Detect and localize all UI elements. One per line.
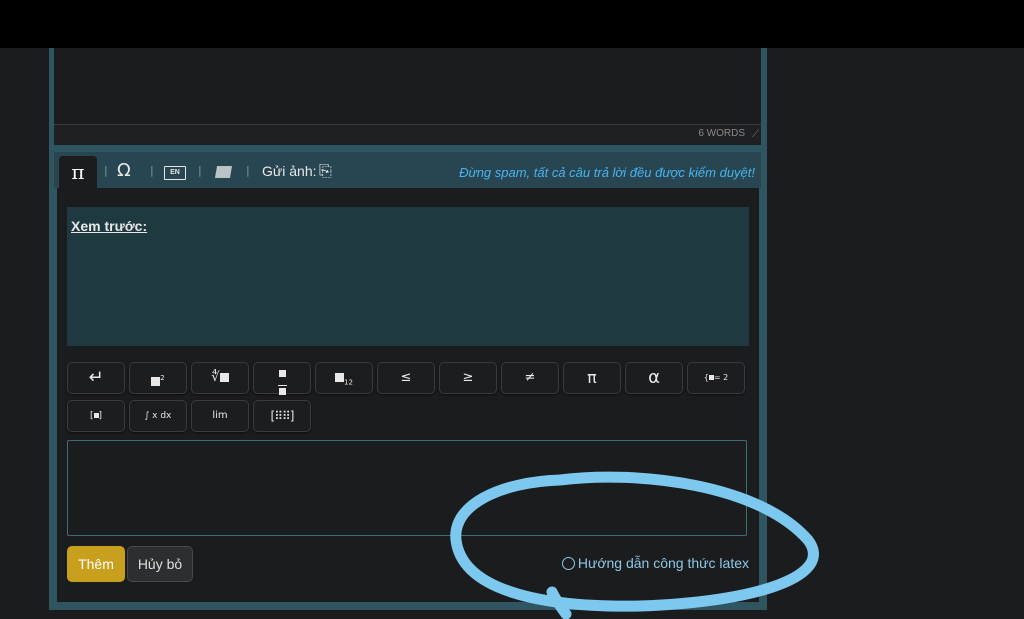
top-bar [0, 0, 1024, 48]
preview-label: Xem trước: [71, 218, 148, 234]
en-keyboard-icon[interactable]: EN [164, 166, 186, 180]
flag-icon[interactable] [214, 166, 233, 178]
toolbar-separator: | [198, 164, 202, 177]
toolbar-separator: | [104, 164, 108, 177]
system-label: = 2 [713, 373, 729, 382]
add-button[interactable]: Thêm [67, 546, 125, 582]
not-equal-button[interactable]: ≠ [501, 362, 559, 394]
preview-box: Xem trước: [67, 207, 749, 346]
subscript-label: 12 [344, 378, 353, 387]
pi-button[interactable]: π [563, 362, 621, 394]
placeholder-square-icon [219, 373, 229, 382]
integral-button[interactable]: ∫ x dx [129, 400, 187, 432]
resize-grip-icon[interactable]: ⟋ [752, 129, 759, 140]
power-button[interactable]: 2 [129, 362, 187, 394]
alpha-button[interactable]: α [625, 362, 683, 394]
rich-text-editor-area[interactable] [54, 48, 761, 124]
omega-icon[interactable]: Ω [117, 162, 131, 180]
tab-math-pi[interactable]: π [59, 156, 97, 188]
latex-guide-link[interactable]: Hướng dẫn công thức latex [561, 555, 749, 571]
greater-equal-button[interactable]: ≥ [439, 362, 497, 394]
power-sup: 2 [160, 374, 165, 382]
toolbar-separator: | [150, 164, 154, 177]
guide-icon [561, 557, 575, 570]
placeholder-square-icon [151, 377, 161, 387]
fraction-numerator-icon [278, 370, 286, 377]
editor-toolbar: π | Ω | EN | | Gửi ảnh: ⎘ Đừng spam, tất… [54, 152, 761, 188]
subscript-button[interactable]: 12 [315, 362, 373, 394]
limit-button[interactable]: lim [191, 400, 249, 432]
answer-editor-frame: 6 WORDS ⟋ π | Ω | EN | | Gửi ảnh: ⎘ Đừng… [49, 48, 767, 610]
system-equations-button[interactable]: {= 2 [687, 362, 745, 394]
latex-input[interactable] [67, 440, 747, 536]
placeholder-square-icon [335, 373, 345, 382]
cancel-button[interactable]: Hủy bỏ [127, 546, 193, 582]
word-count: 6 WORDS [698, 128, 745, 139]
fraction-bar-icon [277, 385, 287, 386]
upload-image-label: Gửi ảnh: [262, 163, 317, 179]
math-panel: Xem trước: ↵ 2 ∜ 12 ≤ ≥ ≠ π α {= 2 [] ∫ … [57, 188, 759, 602]
toolbar-separator: | [246, 164, 250, 177]
fraction-button[interactable] [253, 362, 311, 395]
editor-status-bar: 6 WORDS ⟋ [54, 124, 761, 145]
moderation-notice: Đừng spam, tất cả câu trả lời đều được k… [459, 165, 755, 180]
less-equal-button[interactable]: ≤ [377, 362, 435, 394]
matrix-button[interactable]: [⠿⠿] [253, 400, 311, 432]
paperclip-icon[interactable]: ⎘ [319, 161, 332, 181]
placeholder-square-icon [93, 413, 99, 418]
enter-button[interactable]: ↵ [67, 362, 125, 394]
latex-guide-label: Hướng dẫn công thức latex [577, 555, 749, 571]
root-button[interactable]: ∜ [191, 362, 249, 394]
bracket-system-button[interactable]: [] [67, 400, 125, 432]
nth-root-icon: ∜ [211, 370, 220, 385]
fraction-denominator-icon [278, 388, 286, 395]
